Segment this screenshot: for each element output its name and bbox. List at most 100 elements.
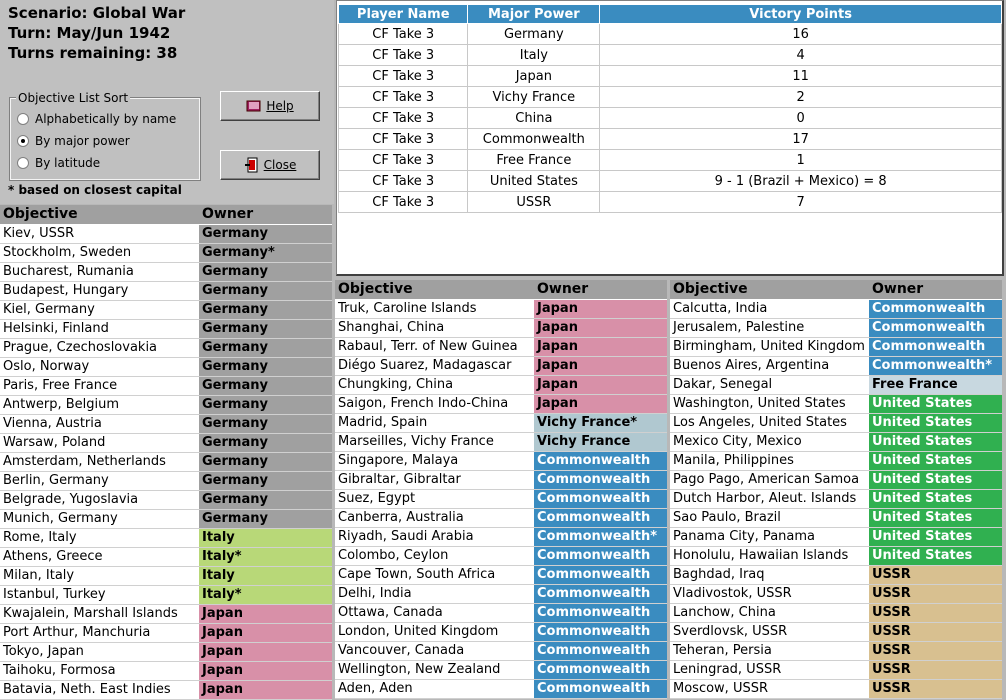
objective-row[interactable]: Calcutta, India Commonwealth: [670, 299, 1002, 319]
objective-owner: United States: [869, 394, 1002, 414]
objective-name: Baghdad, Iraq: [670, 565, 869, 585]
objective-header-owner[interactable]: Owner: [534, 280, 667, 300]
objective-owner: Commonwealth*: [534, 527, 667, 547]
close-button[interactable]: Close: [220, 150, 320, 180]
vp-cell: 17: [599, 128, 1002, 150]
objective-row[interactable]: Birmingham, United Kingdom Commonwealth: [670, 337, 1002, 357]
objective-row[interactable]: Diégo Suarez, Madagascar Japan: [335, 356, 667, 376]
objective-row[interactable]: Belgrade, Yugoslavia Germany: [0, 490, 332, 510]
objective-row[interactable]: Dutch Harbor, Aleut. Islands United State…: [670, 489, 1002, 509]
objective-name: Diégo Suarez, Madagascar: [335, 356, 534, 376]
objective-row[interactable]: Munich, Germany Germany: [0, 509, 332, 529]
objective-owner: Germany: [199, 338, 332, 358]
sort-alpha-radio[interactable]: Alphabetically by name: [17, 112, 176, 126]
objective-header-objective[interactable]: Objective: [335, 280, 534, 300]
objective-row[interactable]: Tokyo, Japan Japan: [0, 642, 332, 662]
objective-row[interactable]: Teheran, Persia USSR: [670, 641, 1002, 661]
objective-row[interactable]: Istanbul, Turkey Italy*: [0, 585, 332, 605]
objective-row[interactable]: Pago Pago, American Samoa United States: [670, 470, 1002, 490]
objective-row[interactable]: Ottawa, Canada Commonwealth: [335, 603, 667, 623]
objective-row[interactable]: Wellington, New Zealand Commonwealth: [335, 660, 667, 680]
objective-row[interactable]: Sao Paulo, Brazil United States: [670, 508, 1002, 528]
objective-owner: Italy*: [199, 585, 332, 605]
objective-row[interactable]: Lanchow, China USSR: [670, 603, 1002, 623]
objective-row[interactable]: Oslo, Norway Germany: [0, 357, 332, 377]
objective-row[interactable]: Warsaw, Poland Germany: [0, 433, 332, 453]
objective-name: Port Arthur, Manchuria: [0, 623, 199, 643]
radio-label: By latitude: [35, 156, 101, 170]
objective-row[interactable]: Chungking, China Japan: [335, 375, 667, 395]
vp-cell: Japan: [467, 65, 601, 87]
objective-row[interactable]: Athens, Greece Italy*: [0, 547, 332, 567]
objective-row[interactable]: Rabaul, Terr. of New Guinea Japan: [335, 337, 667, 357]
objective-row[interactable]: Port Arthur, Manchuria Japan: [0, 623, 332, 643]
sort-latitude-radio[interactable]: By latitude: [17, 156, 100, 170]
objective-row[interactable]: Amsterdam, Netherlands Germany: [0, 452, 332, 472]
objective-row[interactable]: Cape Town, South Africa Commonwealth: [335, 565, 667, 585]
objective-name: Cape Town, South Africa: [335, 565, 534, 585]
objective-row[interactable]: Gibraltar, Gibraltar Commonwealth: [335, 470, 667, 490]
objective-row[interactable]: Shanghai, China Japan: [335, 318, 667, 338]
objective-row[interactable]: Antwerp, Belgium Germany: [0, 395, 332, 415]
objective-row[interactable]: Paris, Free France Germany: [0, 376, 332, 396]
objective-row[interactable]: Aden, Aden Commonwealth: [335, 679, 667, 699]
objective-row[interactable]: Manila, Philippines United States: [670, 451, 1002, 471]
objective-row[interactable]: Singapore, Malaya Commonwealth: [335, 451, 667, 471]
help-button[interactable]: Help: [220, 91, 320, 121]
objective-header-objective[interactable]: Objective: [0, 205, 199, 225]
objective-owner: Commonwealth: [534, 603, 667, 623]
objective-name: Vienna, Austria: [0, 414, 199, 434]
objective-row[interactable]: Los Angeles, United States United States: [670, 413, 1002, 433]
objective-row[interactable]: Prague, Czechoslovakia Germany: [0, 338, 332, 358]
objective-row[interactable]: Kwajalein, Marshall Islands Japan: [0, 604, 332, 624]
objective-row[interactable]: London, United Kingdom Commonwealth: [335, 622, 667, 642]
objective-owner: Commonwealth: [534, 641, 667, 661]
objective-row[interactable]: Marseilles, Vichy France Vichy France: [335, 432, 667, 452]
objective-header-owner[interactable]: Owner: [869, 280, 1002, 300]
objective-row[interactable]: Berlin, Germany Germany: [0, 471, 332, 491]
objective-row[interactable]: Milan, Italy Italy: [0, 566, 332, 586]
objective-row[interactable]: Taihoku, Formosa Japan: [0, 661, 332, 681]
objective-row[interactable]: Suez, Egypt Commonwealth: [335, 489, 667, 509]
objective-row[interactable]: Washington, United States United States: [670, 394, 1002, 414]
objective-row[interactable]: Vladivostok, USSR USSR: [670, 584, 1002, 604]
sort-major-power-radio[interactable]: By major power: [17, 134, 130, 148]
objective-row[interactable]: Canberra, Australia Commonwealth: [335, 508, 667, 528]
objective-row[interactable]: Baghdad, Iraq USSR: [670, 565, 1002, 585]
objective-row[interactable]: Helsinki, Finland Germany: [0, 319, 332, 339]
objective-row[interactable]: Sverdlovsk, USSR USSR: [670, 622, 1002, 642]
objective-row[interactable]: Stockholm, Sweden Germany*: [0, 243, 332, 263]
objective-row[interactable]: Colombo, Ceylon Commonwealth: [335, 546, 667, 566]
objective-name: Honolulu, Hawaiian Islands: [670, 546, 869, 566]
objective-row[interactable]: Madrid, Spain Vichy France*: [335, 413, 667, 433]
objective-owner: USSR: [869, 622, 1002, 642]
objective-name: Marseilles, Vichy France: [335, 432, 534, 452]
objective-owner: Commonwealth: [534, 508, 667, 528]
vp-cell: 11: [599, 65, 1002, 87]
objective-row[interactable]: Honolulu, Hawaiian Islands United States: [670, 546, 1002, 566]
objective-row[interactable]: Vancouver, Canada Commonwealth: [335, 641, 667, 661]
objective-header-owner[interactable]: Owner: [199, 205, 332, 225]
objective-row[interactable]: Panama City, Panama United States: [670, 527, 1002, 547]
objective-owner: Commonwealth: [534, 451, 667, 471]
vp-cell: 0: [599, 107, 1002, 129]
objective-row[interactable]: Kiel, Germany Germany: [0, 300, 332, 320]
vp-cell: 1: [599, 149, 1002, 171]
objective-row[interactable]: Vienna, Austria Germany: [0, 414, 332, 434]
objective-row[interactable]: Riyadh, Saudi Arabia Commonwealth*: [335, 527, 667, 547]
objective-row[interactable]: Mexico City, Mexico United States: [670, 432, 1002, 452]
objective-row[interactable]: Truk, Caroline Islands Japan: [335, 299, 667, 319]
objective-row[interactable]: Dakar, Senegal Free France: [670, 375, 1002, 395]
objective-row[interactable]: Leningrad, USSR USSR: [670, 660, 1002, 680]
objective-row[interactable]: Batavia, Neth. East Indies Japan: [0, 680, 332, 700]
objective-row[interactable]: Buenos Aires, Argentina Commonwealth*: [670, 356, 1002, 376]
objective-row[interactable]: Moscow, USSR USSR: [670, 679, 1002, 699]
objective-row[interactable]: Saigon, French Indo-China Japan: [335, 394, 667, 414]
objective-row[interactable]: Delhi, India Commonwealth: [335, 584, 667, 604]
objective-row[interactable]: Jerusalem, Palestine Commonwealth: [670, 318, 1002, 338]
objective-row[interactable]: Bucharest, Rumania Germany: [0, 262, 332, 282]
objective-row[interactable]: Budapest, Hungary Germany: [0, 281, 332, 301]
objective-row[interactable]: Rome, Italy Italy: [0, 528, 332, 548]
objective-header-objective[interactable]: Objective: [670, 280, 869, 300]
objective-row[interactable]: Kiev, USSR Germany: [0, 224, 332, 244]
